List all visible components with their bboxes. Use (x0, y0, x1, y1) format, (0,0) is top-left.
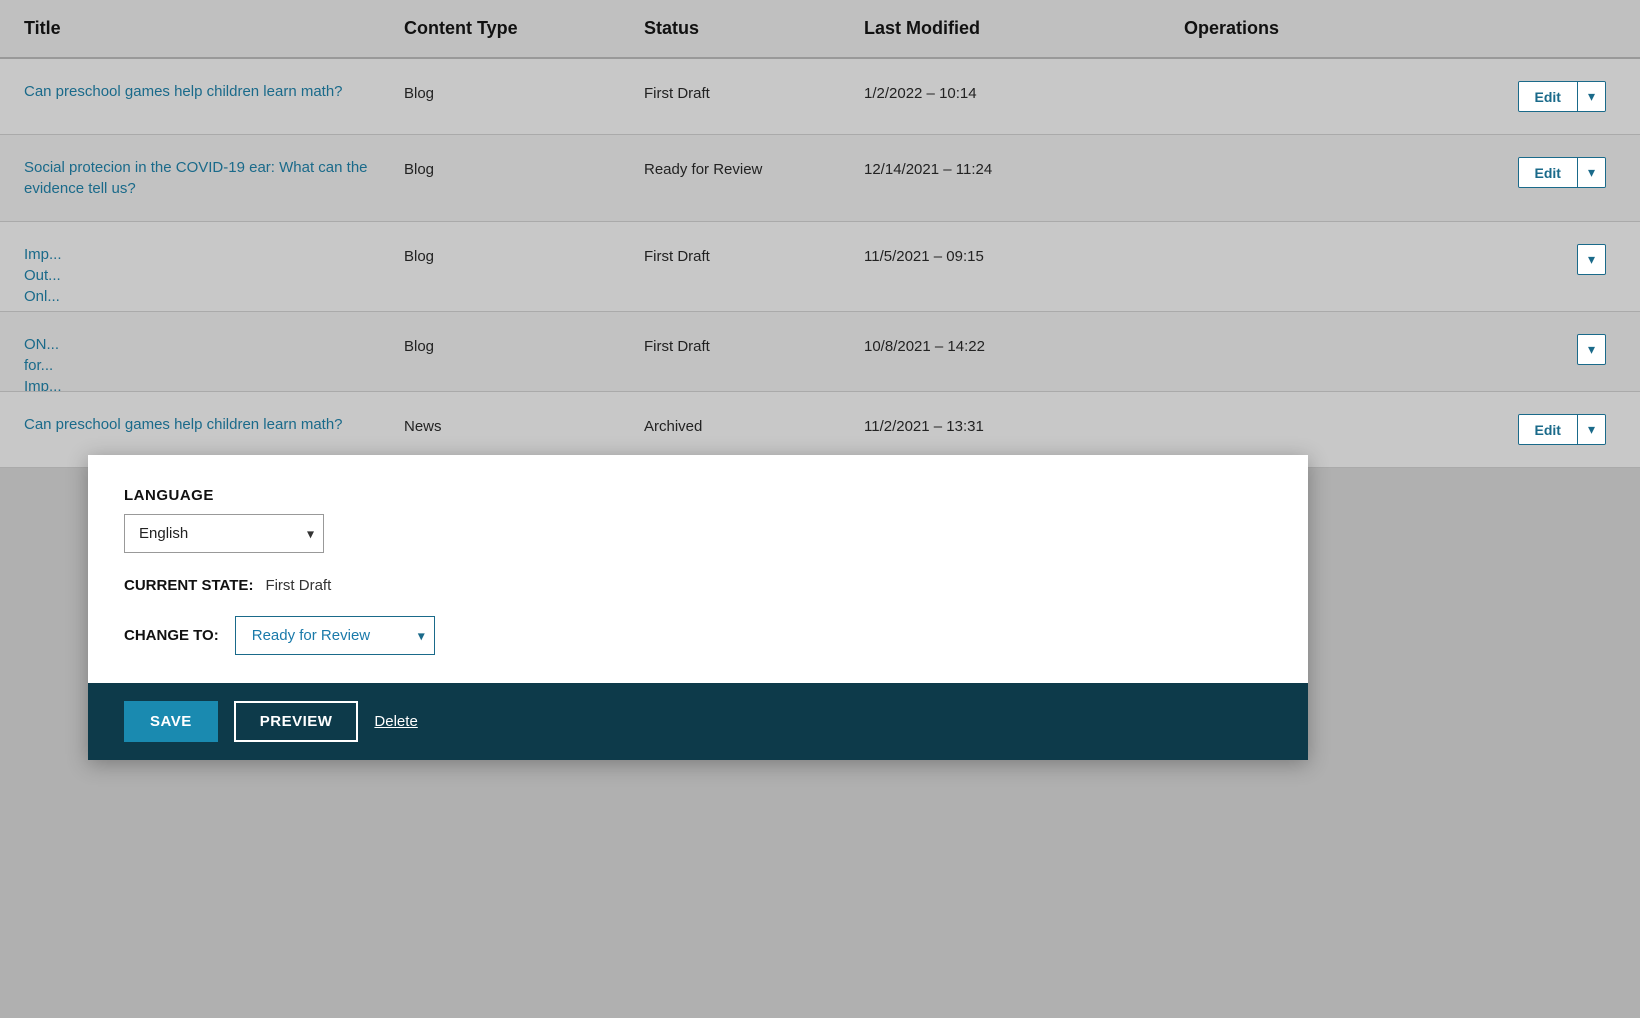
cell-status-4: First Draft (644, 334, 864, 357)
col-header-title: Title (24, 18, 404, 39)
cell-status-1: First Draft (644, 81, 864, 104)
cell-status-5: Archived (644, 414, 864, 437)
edit-button-2[interactable]: Edit (1519, 158, 1578, 187)
current-state-label: CURRENT STATE: (124, 577, 253, 594)
cell-content-type-3: Blog (404, 244, 644, 267)
cell-content-type-5: News (404, 414, 644, 437)
cell-operations-2: Edit ▾ (1184, 157, 1616, 188)
cell-title-4[interactable]: ON...for...Imp...atte... (24, 334, 404, 392)
table-row: Social protecion in the COVID-19 ear: Wh… (0, 135, 1640, 222)
delete-button[interactable]: Delete (374, 713, 417, 730)
cell-title-1[interactable]: Can preschool games help children learn … (24, 81, 404, 102)
cell-last-modified-3: 11/5/2021 – 09:15 (864, 244, 1184, 267)
col-header-last-modified: Last Modified (864, 18, 1184, 39)
language-label: LANGUAGE (124, 487, 1272, 504)
col-header-operations: Operations (1184, 18, 1616, 39)
change-to-label: CHANGE TO: (124, 627, 219, 644)
cell-last-modified-1: 1/2/2022 – 10:14 (864, 81, 1184, 104)
edit-button-group-2[interactable]: Edit ▾ (1518, 157, 1606, 188)
modal-footer: SAVE PREVIEW Delete (88, 683, 1308, 760)
edit-dropdown-2[interactable]: ▾ (1578, 158, 1605, 187)
table-body: Can preschool games help children learn … (0, 59, 1640, 468)
language-select[interactable]: English French Spanish (124, 514, 324, 553)
table-header: Title Content Type Status Last Modified … (0, 0, 1640, 59)
cell-status-2: Ready for Review (644, 157, 864, 180)
cell-title-5[interactable]: Can preschool games help children learn … (24, 414, 404, 435)
cell-last-modified-4: 10/8/2021 – 14:22 (864, 334, 1184, 357)
cell-status-3: First Draft (644, 244, 864, 267)
edit-button-group-3[interactable]: ▾ (1577, 244, 1606, 275)
table-row: Can preschool games help children learn … (0, 59, 1640, 135)
table-row: ON...for...Imp...atte... Blog First Draf… (0, 312, 1640, 392)
cell-operations-5: Edit ▾ (1184, 414, 1616, 445)
col-header-status: Status (644, 18, 864, 39)
edit-button-5[interactable]: Edit (1519, 415, 1578, 444)
cell-last-modified-5: 11/2/2021 – 13:31 (864, 414, 1184, 437)
col-header-content-type: Content Type (404, 18, 644, 39)
cell-operations-1: Edit ▾ (1184, 81, 1616, 112)
edit-button-group-4[interactable]: ▾ (1577, 334, 1606, 365)
content-table: Title Content Type Status Last Modified … (0, 0, 1640, 468)
cell-title-3[interactable]: Imp...Out...Onl...Sch...Ital... (24, 244, 404, 312)
current-state-value: First Draft (265, 577, 331, 594)
language-select-wrapper: English French Spanish ▾ (124, 514, 324, 553)
edit-button-group-5[interactable]: Edit ▾ (1518, 414, 1606, 445)
preview-button[interactable]: PREVIEW (234, 701, 359, 742)
cell-operations-4: ▾ (1184, 334, 1616, 365)
edit-button-1[interactable]: Edit (1519, 82, 1578, 111)
modal-body: LANGUAGE English French Spanish ▾ CURREN… (88, 455, 1308, 683)
change-to-select-wrapper: Ready for Review Published Archived ▾ (235, 616, 435, 655)
table-row: Imp...Out...Onl...Sch...Ital... Blog Fir… (0, 222, 1640, 312)
edit-dropdown-1[interactable]: ▾ (1578, 82, 1605, 111)
cell-last-modified-2: 12/14/2021 – 11:24 (864, 157, 1184, 180)
modal-overlay: LANGUAGE English French Spanish ▾ CURREN… (88, 455, 1308, 760)
edit-dropdown-3[interactable]: ▾ (1578, 245, 1605, 274)
edit-dropdown-5[interactable]: ▾ (1578, 415, 1605, 444)
save-button[interactable]: SAVE (124, 701, 218, 742)
cell-content-type-2: Blog (404, 157, 644, 180)
current-state-row: CURRENT STATE: First Draft (124, 577, 1272, 594)
cell-operations-3: ▾ (1184, 244, 1616, 275)
cell-content-type-4: Blog (404, 334, 644, 357)
change-to-select[interactable]: Ready for Review Published Archived (235, 616, 435, 655)
cell-title-2[interactable]: Social protecion in the COVID-19 ear: Wh… (24, 157, 404, 199)
edit-button-group-1[interactable]: Edit ▾ (1518, 81, 1606, 112)
edit-dropdown-4[interactable]: ▾ (1578, 335, 1605, 364)
change-to-row: CHANGE TO: Ready for Review Published Ar… (124, 616, 1272, 655)
cell-content-type-1: Blog (404, 81, 644, 104)
